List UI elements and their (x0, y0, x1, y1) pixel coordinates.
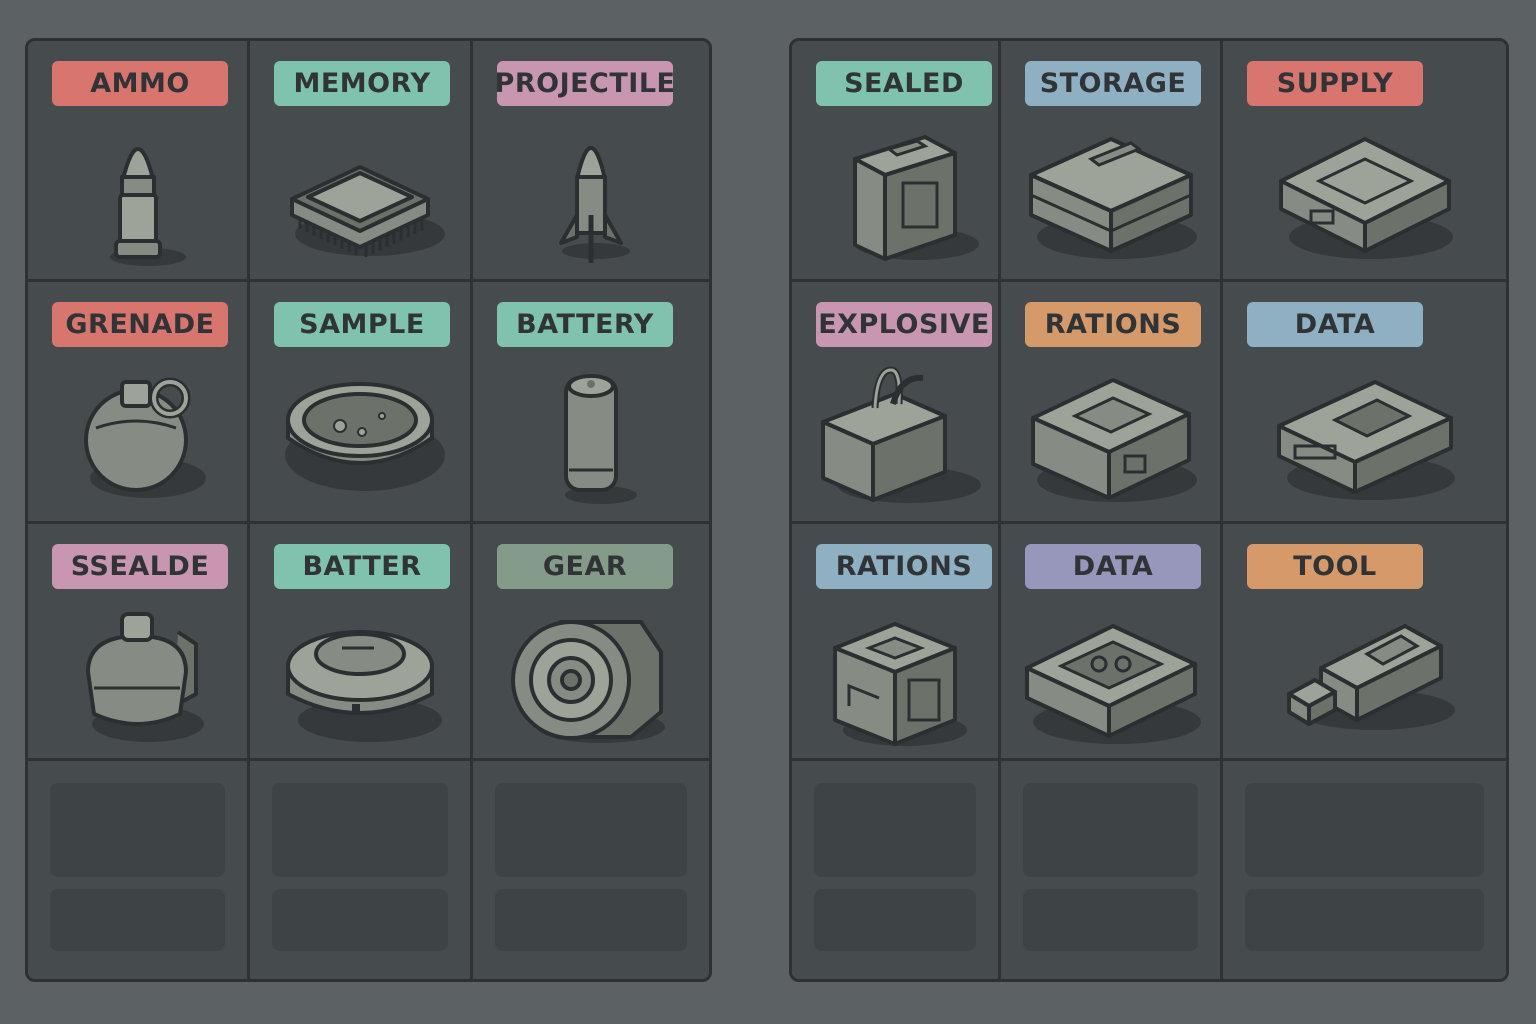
empty-slot[interactable] (1001, 761, 1223, 979)
inventory-slot-rations[interactable]: RATIONS (792, 524, 1001, 761)
rocket-icon (501, 119, 681, 269)
empty-slot-placeholder (1023, 783, 1198, 877)
empty-slot[interactable] (473, 761, 709, 979)
item-label: MEMORY (274, 61, 450, 106)
empty-slot-placeholder (1245, 783, 1484, 877)
item-label: DATA (1247, 302, 1423, 347)
inventory-panel-right: SEALED STORAGE SUPPLY EXPLOSIVE RATIONS … (789, 38, 1509, 982)
item-label: SAMPLE (274, 302, 450, 347)
item-label: SUPPLY (1247, 61, 1423, 106)
mine-icon (270, 602, 450, 752)
empty-slot-placeholder (1023, 889, 1198, 951)
empty-slot[interactable] (792, 761, 1001, 979)
item-label: BATTERY (497, 302, 673, 347)
inventory-slot-memory[interactable]: MEMORY (250, 41, 473, 282)
explosive-box-icon (805, 360, 985, 510)
item-label: GEAR (497, 544, 673, 589)
inventory-slot-batter[interactable]: BATTER (250, 524, 473, 761)
inventory-slot-tool[interactable]: TOOL (1223, 524, 1506, 761)
item-label: EXPLOSIVE (816, 302, 992, 347)
ration-cube-icon (805, 602, 985, 752)
item-label: STORAGE (1025, 61, 1201, 106)
item-label: SSEALDE (52, 544, 228, 589)
sealed-crate-icon (805, 119, 985, 269)
empty-slot-placeholder (272, 783, 448, 877)
tape-case-icon (1021, 602, 1201, 752)
item-label: RATIONS (1025, 302, 1201, 347)
storage-crate-icon (1021, 119, 1201, 269)
empty-slot[interactable] (28, 761, 250, 979)
empty-slot-placeholder (814, 783, 976, 877)
empty-slot-placeholder (50, 783, 225, 877)
inventory-slot-battery[interactable]: BATTERY (473, 282, 709, 524)
empty-slot[interactable] (1223, 761, 1506, 979)
battery-icon (501, 360, 681, 510)
empty-slot-placeholder (1245, 889, 1484, 951)
inventory-panel-left: AMMO MEMORY PROJECTILE GRENADE SAMPLE BA… (25, 38, 712, 982)
inventory-slot-rations[interactable]: RATIONS (1001, 282, 1223, 524)
item-label: PROJECTILE (497, 61, 673, 106)
inventory-slot-storage[interactable]: STORAGE (1001, 41, 1223, 282)
item-label: BATTER (274, 544, 450, 589)
inventory-slot-supply[interactable]: SUPPLY (1223, 41, 1506, 282)
empty-slot[interactable] (250, 761, 473, 979)
chip-icon (270, 119, 450, 269)
empty-slot-placeholder (50, 889, 225, 951)
inventory-slot-projectile[interactable]: PROJECTILE (473, 41, 709, 282)
item-label: TOOL (1247, 544, 1423, 589)
item-label: RATIONS (816, 544, 992, 589)
grenade-icon (48, 360, 228, 510)
item-label: DATA (1025, 544, 1201, 589)
item-label: GRENADE (52, 302, 228, 347)
inventory-slot-grenade[interactable]: GRENADE (28, 282, 250, 524)
inventory-slot-gear[interactable]: GEAR (473, 524, 709, 761)
empty-slot-placeholder (495, 783, 687, 877)
inventory-slot-sample[interactable]: SAMPLE (250, 282, 473, 524)
inventory-slot-data[interactable]: DATA (1001, 524, 1223, 761)
rations-crate-icon (1021, 360, 1201, 510)
supply-crate-icon (1275, 119, 1455, 269)
usb-tool-icon (1275, 602, 1455, 752)
item-label: SEALED (816, 61, 992, 106)
petri-dish-icon (270, 360, 450, 510)
inventory-slot-explosive[interactable]: EXPLOSIVE (792, 282, 1001, 524)
empty-slot-placeholder (495, 889, 687, 951)
item-label: AMMO (52, 61, 228, 106)
inventory-slot-ssealde[interactable]: SSEALDE (28, 524, 250, 761)
lens-gear-icon (501, 602, 681, 752)
inventory-slot-data[interactable]: DATA (1223, 282, 1506, 524)
canister-icon (48, 602, 228, 752)
inventory-slot-sealed[interactable]: SEALED (792, 41, 1001, 282)
inventory-slot-ammo[interactable]: AMMO (28, 41, 250, 282)
bullet-icon (48, 119, 228, 269)
empty-slot-placeholder (272, 889, 448, 951)
empty-slot-placeholder (814, 889, 976, 951)
data-case-icon (1275, 360, 1455, 510)
